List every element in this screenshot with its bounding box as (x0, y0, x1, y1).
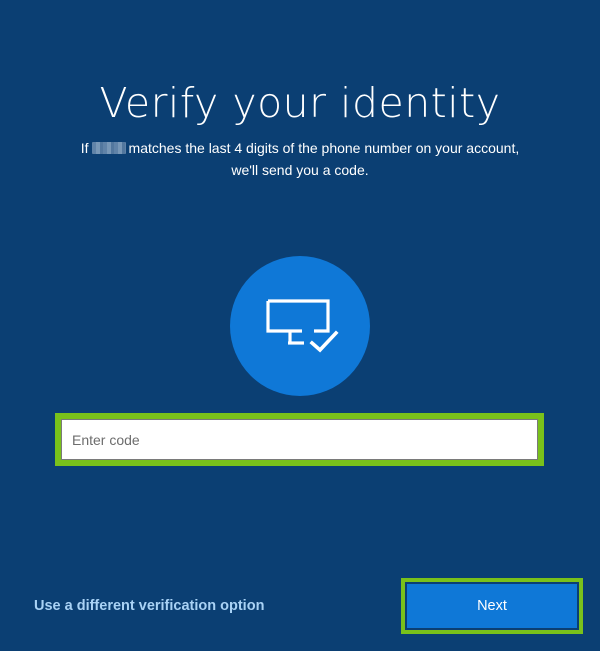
computer-check-icon (266, 299, 339, 353)
masked-digits (91, 142, 126, 154)
instruction-suffix: matches the last 4 digits of the phone n… (128, 140, 520, 156)
instruction-line-2: we'll send you a code. (231, 162, 369, 178)
instruction-text: If matches the last 4 digits of the phone… (0, 137, 600, 181)
verification-icon-badge (230, 256, 370, 396)
instruction-prefix: If (80, 140, 89, 156)
page-title: Verify your identity (99, 79, 501, 127)
instruction-line-1: If matches the last 4 digits of the phone… (0, 137, 600, 159)
verify-identity-page: Verify your identity If matches the last … (0, 0, 600, 651)
code-input-highlight (55, 413, 544, 466)
different-verification-option-link[interactable]: Use a different verification option (34, 598, 264, 614)
code-input[interactable] (61, 419, 538, 460)
next-button-highlight: Next (401, 578, 583, 634)
next-button[interactable]: Next (407, 584, 577, 628)
